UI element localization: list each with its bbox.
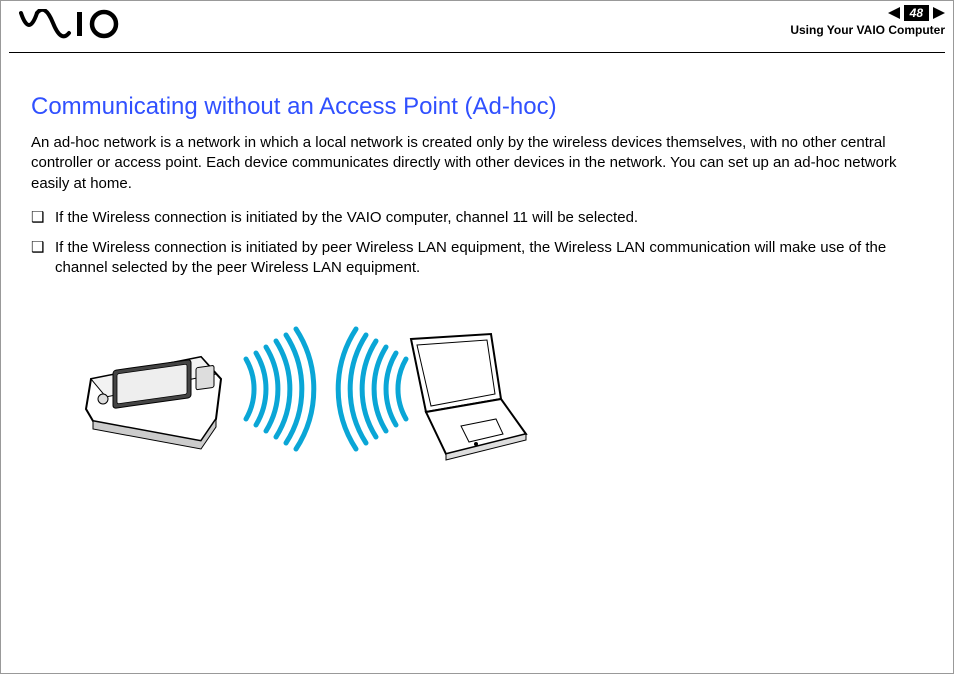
list-item: ❑ If the Wireless connection is initiate… bbox=[31, 238, 923, 279]
vaio-logo bbox=[19, 9, 129, 44]
section-title: Using Your VAIO Computer bbox=[790, 23, 945, 37]
intro-paragraph: An ad-hoc network is a network in which … bbox=[31, 133, 923, 194]
bullet-icon: ❑ bbox=[31, 238, 55, 258]
handheld-device-icon bbox=[86, 357, 221, 449]
page-number: 48 bbox=[904, 5, 929, 21]
next-page-icon[interactable] bbox=[933, 7, 945, 19]
page-header: 48 Using Your VAIO Computer bbox=[9, 1, 945, 53]
adhoc-illustration bbox=[71, 299, 923, 484]
bullet-list: ❑ If the Wireless connection is initiate… bbox=[31, 208, 923, 279]
page-content: Communicating without an Access Point (A… bbox=[1, 53, 953, 484]
list-item: ❑ If the Wireless connection is initiate… bbox=[31, 208, 923, 228]
wireless-signal-icon bbox=[246, 329, 314, 449]
wireless-signal-icon bbox=[338, 329, 406, 449]
header-right: 48 Using Your VAIO Computer bbox=[790, 5, 945, 37]
list-item-text: If the Wireless connection is initiated … bbox=[55, 208, 638, 228]
bullet-icon: ❑ bbox=[31, 208, 55, 228]
laptop-icon bbox=[411, 334, 526, 460]
list-item-text: If the Wireless connection is initiated … bbox=[55, 238, 923, 279]
page-heading: Communicating without an Access Point (A… bbox=[31, 93, 923, 121]
pager: 48 bbox=[790, 5, 945, 21]
prev-page-icon[interactable] bbox=[888, 7, 900, 19]
